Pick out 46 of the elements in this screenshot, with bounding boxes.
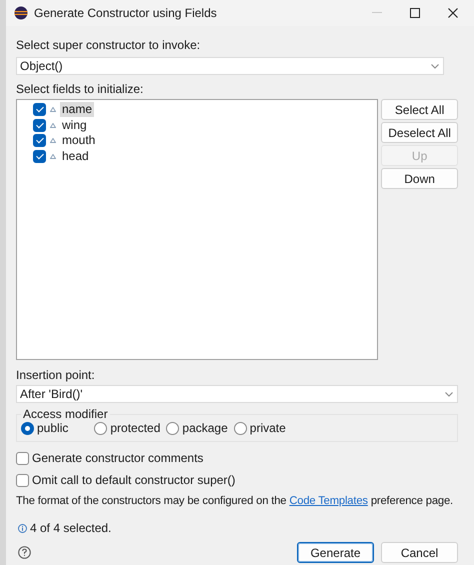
list-button[interactable]: Deselect All	[381, 122, 458, 143]
field-label: Insertion point:	[16, 368, 95, 382]
window-title: Generate Constructor using Fields	[34, 6, 218, 20]
triangle-icon	[50, 107, 56, 112]
radio-button[interactable]	[21, 422, 34, 434]
field-label: Select super constructor to invoke:	[16, 38, 200, 52]
field-label: Select fields to initialize:	[16, 82, 144, 96]
info-icon	[18, 524, 27, 532]
app-logo-icon	[14, 6, 28, 20]
checkbox[interactable]	[33, 134, 46, 148]
field-item[interactable]: name	[60, 102, 94, 118]
maximize-icon[interactable]	[410, 8, 420, 18]
triangle-icon	[50, 138, 56, 144]
checkbox-label[interactable]: Omit call to default constructor super()	[32, 473, 236, 487]
field-item[interactable]: head	[60, 148, 91, 164]
checkbox[interactable]	[16, 452, 29, 464]
triangle-icon	[50, 154, 56, 159]
field-item[interactable]: mouth	[60, 133, 98, 148]
radio-button[interactable]	[94, 422, 108, 434]
radio-label[interactable]: public	[37, 421, 68, 435]
radio-button[interactable]	[166, 422, 180, 434]
close-icon[interactable]	[448, 8, 458, 18]
dropdown[interactable]: Object()	[16, 57, 444, 75]
field-item[interactable]: wing	[60, 118, 89, 133]
status-text: 4 of 4 selected.	[30, 521, 112, 535]
list-button[interactable]: Select All	[381, 99, 458, 120]
triangle-icon	[50, 122, 56, 128]
group-title: Access modifier	[22, 407, 109, 421]
checkbox[interactable]	[33, 118, 46, 132]
radio-label[interactable]: protected	[110, 421, 160, 435]
dialog-button[interactable]: Cancel	[381, 542, 458, 563]
checkbox[interactable]	[16, 474, 29, 486]
dropdown[interactable]: After 'Bird()'	[16, 385, 458, 403]
chevron-down-icon	[445, 392, 453, 396]
dialog-button[interactable]: Generate	[297, 542, 374, 563]
radio-button[interactable]	[234, 422, 247, 434]
radio-label[interactable]: private	[250, 421, 286, 435]
list-button[interactable]: Down	[381, 168, 458, 189]
code-templates-link[interactable]: Code Templates	[289, 495, 368, 507]
checkbox[interactable]	[33, 103, 46, 116]
checkbox-label[interactable]: Generate constructor comments	[32, 451, 204, 465]
help-icon[interactable]	[18, 546, 31, 559]
radio-label[interactable]: package	[182, 421, 228, 435]
info-text: The format of the constructors may be configured on the Code Templates preference page.	[16, 495, 454, 507]
checkbox[interactable]	[33, 150, 46, 163]
chevron-down-icon	[431, 64, 439, 68]
